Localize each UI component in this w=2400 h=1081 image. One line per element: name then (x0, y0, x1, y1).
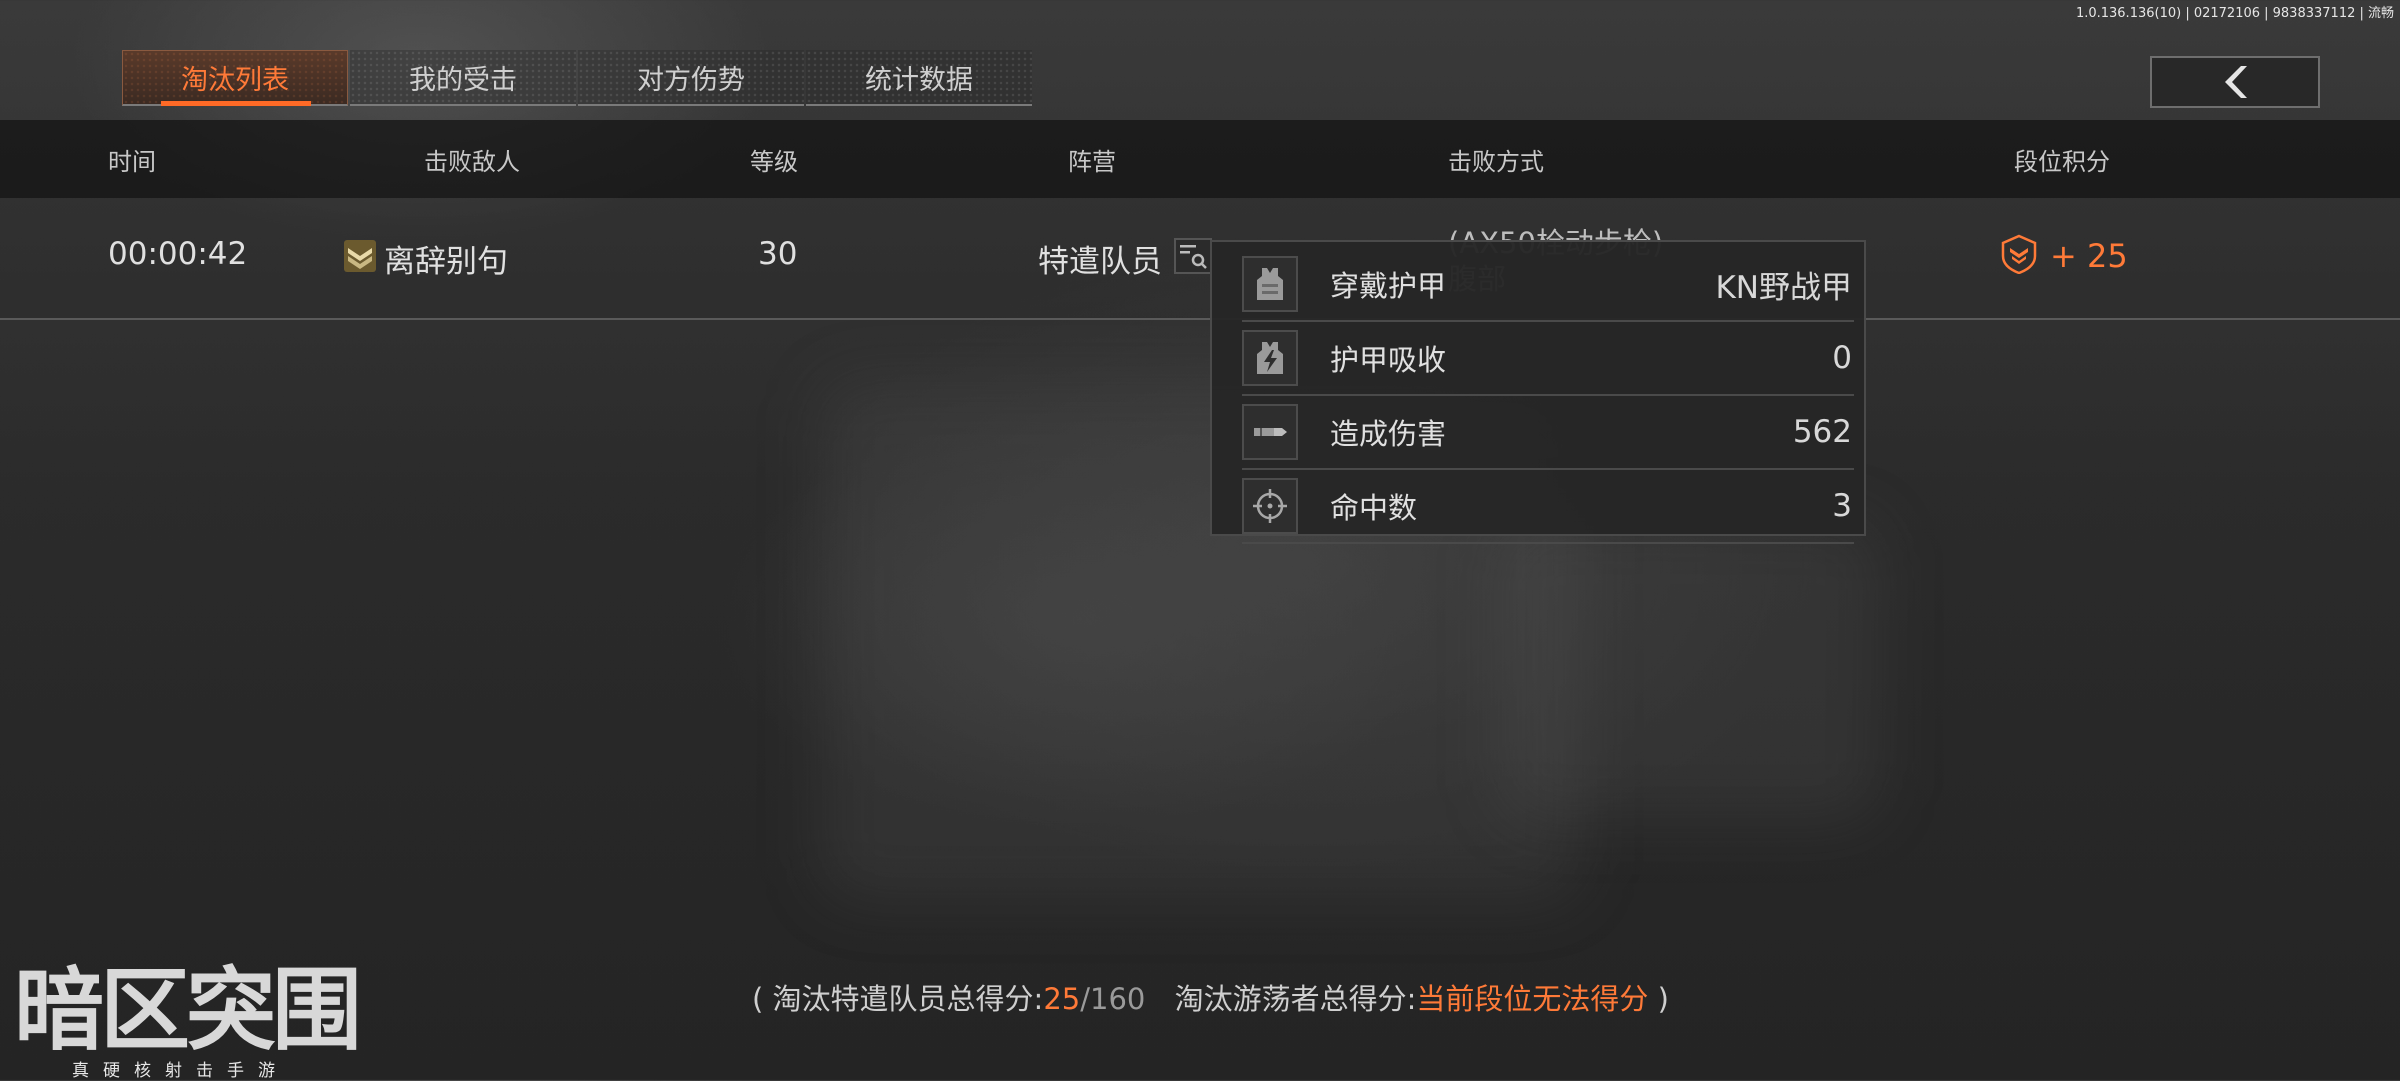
tooltip-label-armor: 穿戴护甲 (1330, 269, 1447, 303)
tooltip-value-armor: KN野战甲 (1715, 269, 1852, 306)
footer-agent-score: 25 (1043, 982, 1081, 1016)
footer-agent-total: /160 (1080, 982, 1146, 1016)
tooltip-row-damage: 造成伤害 562 (1242, 396, 1854, 470)
footer-wanderer-note: 当前段位无法得分 (1416, 982, 1649, 1016)
header-rank-score: 段位积分 (2014, 148, 2110, 176)
armor-absorb-icon (1242, 330, 1298, 386)
footer-agent-label: 淘汰特遣队员总得分: (772, 982, 1044, 1016)
score-summary: ( 淘汰特遣队员总得分:25/160 淘汰游荡者总得分:当前段位无法得分 ) (752, 976, 1669, 1018)
tab-statistics[interactable]: 统计数据 (806, 50, 1032, 106)
vest-icon (1242, 256, 1298, 312)
row-score: + 25 (2000, 234, 2128, 278)
rank-badge-icon (2000, 234, 2038, 278)
tooltip-label-hits: 命中数 (1330, 491, 1418, 525)
tab-my-hits[interactable]: 我的受击 (350, 50, 576, 106)
table-row[interactable]: 00:00:42 离辞别句 30 特遣队员 (AX50栓动步枪) 腹部 + 25 (0, 198, 2400, 320)
tooltip-row-hits: 命中数 3 (1242, 470, 1854, 544)
footer-wanderer-label: 淘汰游荡者总得分: (1174, 982, 1417, 1016)
table-header: 时间 击败敌人 等级 阵营 击败方式 段位积分 (0, 120, 2400, 198)
bullet-icon (1242, 404, 1298, 460)
detail-search-icon[interactable] (1174, 238, 1212, 274)
tooltip-value-hits: 3 (1832, 488, 1852, 524)
tooltip-row-absorb: 护甲吸收 0 (1242, 322, 1854, 396)
logo-title: 暗区突围 (14, 958, 362, 1063)
header-time: 时间 (108, 148, 156, 176)
crosshair-icon (1242, 478, 1298, 534)
damage-detail-popup: 穿戴护甲 KN野战甲 护甲吸收 0 造成伤害 562 命中数 3 (1210, 240, 1866, 544)
row-level: 30 (758, 236, 798, 272)
version-info: 1.0.136.136(10) | 02172106 | 9838337112 … (2075, 6, 2394, 21)
footer-close-paren: ) (1657, 982, 1669, 1016)
header-enemy: 击败敌人 (424, 148, 520, 176)
tooltip-value-absorb: 0 (1832, 340, 1852, 376)
rank-chevron-icon (342, 238, 378, 278)
tooltip-row-armor: 穿戴护甲 KN野战甲 (1242, 248, 1854, 322)
header-camp: 阵营 (1068, 148, 1116, 176)
footer-open-paren: ( (752, 982, 764, 1016)
row-time: 00:00:42 (108, 236, 248, 272)
game-logo: 暗区突围 真硬核射击手游 (14, 958, 362, 1081)
background-blur (1500, 520, 1880, 820)
row-camp: 特遣队员 (1038, 244, 1162, 280)
header-method: 击败方式 (1448, 148, 1544, 176)
tab-enemy-injuries[interactable]: 对方伤势 (578, 50, 804, 106)
tab-elimination-list[interactable]: 淘汰列表 (122, 50, 348, 106)
back-button[interactable] (2150, 56, 2320, 108)
row-score-value: + 25 (2050, 237, 2128, 275)
tooltip-label-damage: 造成伤害 (1330, 417, 1447, 451)
header-level: 等级 (750, 148, 798, 176)
tooltip-value-damage: 562 (1792, 414, 1852, 450)
row-enemy-name: 离辞别句 (384, 244, 508, 280)
tooltip-label-absorb: 护甲吸收 (1330, 343, 1447, 377)
tab-bar: 淘汰列表 我的受击 对方伤势 统计数据 (122, 50, 1032, 106)
chevron-left-icon (2225, 66, 2247, 98)
